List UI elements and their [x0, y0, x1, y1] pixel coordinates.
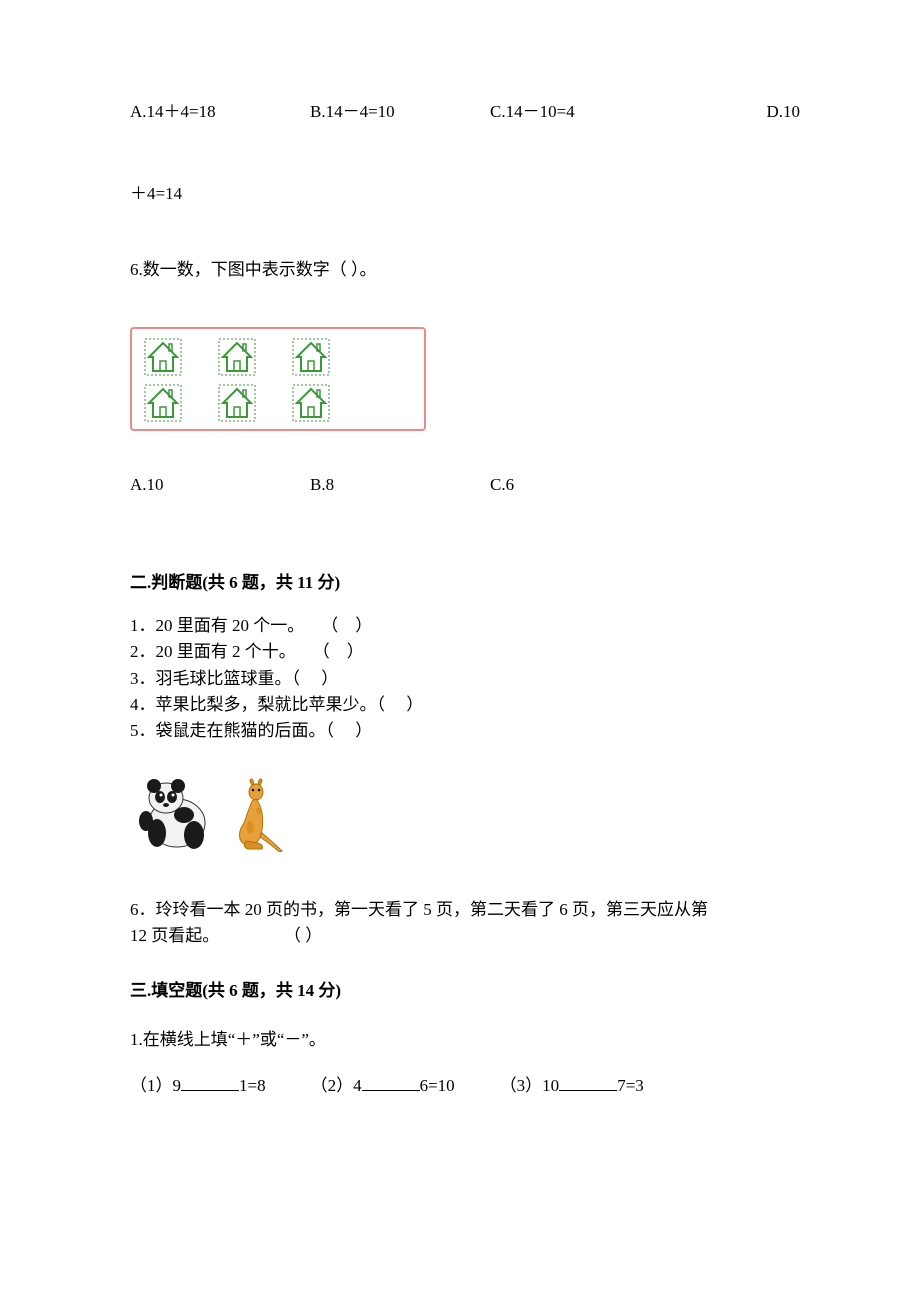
q5-option-b: B.14－4=10: [310, 100, 490, 124]
q6-option-a: A.10: [130, 473, 310, 497]
fill-blank-3: （3）10 7=3: [500, 1074, 644, 1098]
tf-item-6-line2: 12 页看起。 （ ）: [130, 923, 800, 949]
house-icon: [290, 383, 332, 423]
house-row: [142, 337, 420, 377]
house-row: [142, 383, 420, 423]
kangaroo-icon: [234, 777, 286, 853]
q6-option-b: B.8: [310, 473, 490, 497]
q5-option-d: D.10: [766, 100, 800, 124]
tf-item-6-line1: 6．玲玲看一本 20 页的书，第一天看了 5 页，第二天看了 6 页，第三天应从…: [130, 897, 800, 923]
tf-item-4: 4．苹果比梨多，梨就比苹果少。（ ）: [130, 692, 800, 718]
q5-option-d-wrapped: ＋4=14: [130, 182, 800, 206]
animals-figure: [132, 773, 800, 853]
panda-icon: [132, 773, 222, 853]
blank-line[interactable]: [559, 1074, 617, 1091]
fill-blank-1-post: 1=8: [239, 1076, 266, 1095]
tf-item-3: 3．羽毛球比篮球重。（ ）: [130, 666, 800, 692]
tf-item-6-line2-pre: 12 页看起。: [130, 923, 284, 949]
q6-option-c: C.6: [490, 473, 514, 497]
q5-option-a: A.14＋4=18: [130, 100, 310, 124]
section2-header: 二.判断题(共 6 题，共 11 分): [130, 571, 800, 595]
fill-blank-3-pre: （3）10: [500, 1076, 560, 1095]
fill-row: （1）9 1=8 （2）4 6=10 （3）10 7=3: [130, 1074, 800, 1098]
house-icon: [290, 337, 332, 377]
house-icon: [216, 383, 258, 423]
q5-option-c: C.14－10=4: [490, 100, 720, 124]
fill-blank-1-pre: （1）9: [130, 1076, 181, 1095]
q6-options-row: A.10 B.8 C.6: [130, 473, 800, 497]
q6-text: 6.数一数，下图中表示数字（ ）。: [130, 258, 800, 282]
house-icon: [216, 337, 258, 377]
q5-options-row: A.14＋4=18 B.14－4=10 C.14－10=4 D.10: [130, 100, 800, 124]
tf-item-6-paren: （ ）: [284, 923, 322, 949]
q6-house-figure: [130, 327, 426, 431]
fill-blank-1: （1）9 1=8: [130, 1074, 266, 1098]
blank-line[interactable]: [181, 1074, 239, 1091]
fill-blank-2: （2）4 6=10: [311, 1074, 455, 1098]
tf-item-1: 1．20 里面有 20 个一。 （ ）: [130, 613, 800, 639]
fill-blank-2-post: 6=10: [420, 1076, 455, 1095]
fill-q1-text: 1.在横线上填“＋”或“－”。: [130, 1028, 800, 1052]
house-icon: [142, 383, 184, 423]
fill-blank-2-pre: （2）4: [311, 1076, 362, 1095]
tf-item-2: 2．20 里面有 2 个十。 （ ）: [130, 639, 800, 665]
section3-header: 三.填空题(共 6 题，共 14 分): [130, 979, 800, 1003]
tf-item-5: 5．袋鼠走在熊猫的后面。（ ）: [130, 718, 800, 744]
blank-line[interactable]: [362, 1074, 420, 1091]
tf-list: 1．20 里面有 20 个一。 （ ） 2．20 里面有 2 个十。 （ ） 3…: [130, 613, 800, 745]
house-icon: [142, 337, 184, 377]
fill-blank-3-post: 7=3: [617, 1076, 644, 1095]
tf-item-6: 6．玲玲看一本 20 页的书，第一天看了 5 页，第二天看了 6 页，第三天应从…: [130, 897, 800, 950]
